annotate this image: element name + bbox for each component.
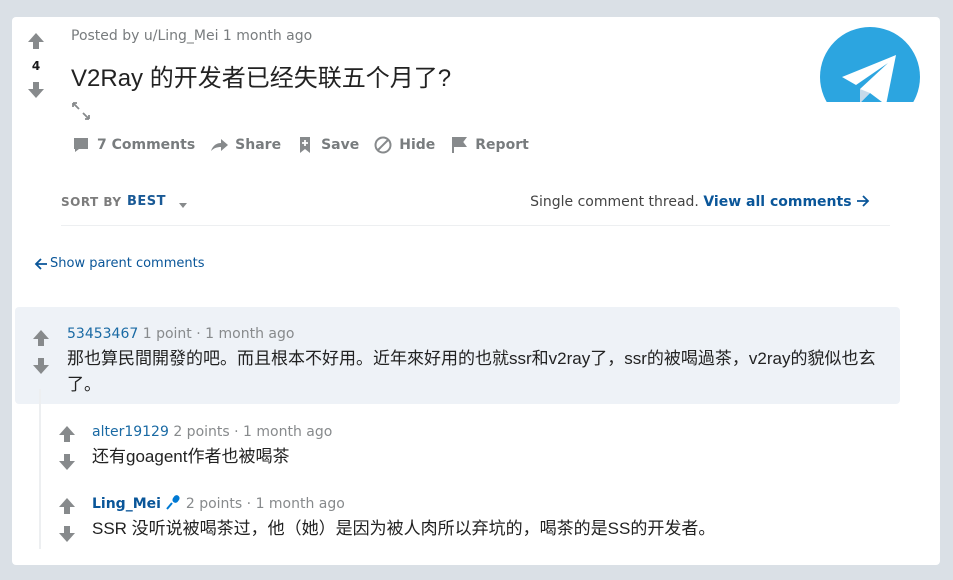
save-button[interactable]: Save: [295, 135, 359, 155]
comment-points: 1 point: [142, 326, 192, 342]
upvote-icon[interactable]: [57, 496, 77, 516]
comments-button[interactable]: 7 Comments: [71, 135, 195, 155]
downvote-icon[interactable]: [31, 356, 51, 376]
comment-vote: [57, 496, 77, 552]
post-actions: 7 Comments Share Save Hide Report: [71, 135, 529, 155]
comment-sep: ·: [196, 326, 201, 342]
post-vote-column: 4: [26, 31, 46, 100]
save-label: Save: [321, 137, 360, 153]
arrow-right-icon[interactable]: [856, 195, 870, 207]
bookmark-icon: [300, 137, 311, 153]
sort-bar: SORT BY BEST Single comment thread. View…: [61, 191, 890, 226]
comment-header: alter19129 2 points · 1 month ago: [92, 424, 892, 440]
post-score: 4: [31, 59, 41, 73]
downvote-icon[interactable]: [26, 80, 46, 100]
share-label: Share: [235, 137, 282, 153]
hide-button[interactable]: Hide: [373, 135, 435, 155]
post-card: 4 Posted by u/Ling_Mei 1 month ago V2Ray…: [12, 17, 940, 565]
hide-label: Hide: [399, 137, 436, 153]
comment-author[interactable]: alter19129: [92, 424, 169, 440]
comment-body: 那也算民間開發的吧。而且根本不好用。近年來好用的也就ssr和v2ray了，ssr…: [67, 349, 876, 394]
comment-author-op[interactable]: Ling_Mei: [92, 496, 161, 512]
comment-time[interactable]: 1 month ago: [243, 424, 332, 440]
flag-icon: [452, 137, 468, 153]
thread-line[interactable]: [39, 389, 41, 549]
comment-sep: ·: [246, 496, 252, 512]
comment-time[interactable]: 1 month ago: [256, 496, 345, 512]
share-icon: [211, 139, 229, 151]
post-title[interactable]: V2Ray 的开发者已经失联五个月了?: [71, 58, 451, 93]
comment-header: Ling_Mei 2 points · 1 month ago: [92, 494, 912, 512]
comment-body: SSR 没听说被喝茶过，他（她）是因为被人肉所以弃坑的，喝茶的是SS的开发者。: [92, 519, 716, 538]
sort-label: SORT BY: [61, 195, 122, 209]
downvote-icon[interactable]: [57, 524, 77, 544]
comment-time[interactable]: 1 month ago: [205, 326, 294, 342]
sort-dropdown[interactable]: BEST: [127, 194, 166, 209]
parent-link-label: Show parent comments: [50, 256, 205, 271]
comment-header: 53453467 1 point · 1 month ago: [67, 326, 897, 342]
upvote-icon[interactable]: [57, 424, 77, 444]
upvote-icon[interactable]: [31, 328, 51, 348]
arrow-left-icon: [34, 257, 47, 270]
report-button[interactable]: Report: [449, 135, 529, 155]
single-thread-notice: Single comment thread. View all comments: [530, 194, 870, 210]
show-parent-comments-link[interactable]: Show parent comments: [34, 256, 205, 271]
comment-body: 还有goagent作者也被喝茶: [92, 447, 290, 466]
chevron-down-icon[interactable]: [177, 199, 189, 211]
thread-text: Single comment thread.: [530, 194, 699, 210]
expand-icon[interactable]: [71, 101, 91, 121]
upvote-icon[interactable]: [26, 31, 46, 51]
post-meta: Posted by u/Ling_Mei 1 month ago: [71, 28, 313, 44]
telegram-icon: [820, 27, 920, 102]
hide-icon: [374, 136, 392, 154]
comment-icon: [74, 138, 88, 152]
comment-vote: [57, 424, 77, 480]
comment-vote: [31, 328, 51, 384]
comment-sep: ·: [234, 424, 239, 440]
view-all-comments-link[interactable]: View all comments: [703, 194, 851, 210]
comment-author[interactable]: 53453467: [67, 326, 138, 342]
downvote-icon[interactable]: [57, 452, 77, 472]
comment-points: 2 points: [173, 424, 230, 440]
share-button[interactable]: Share: [209, 135, 281, 155]
comments-label: 7 Comments: [97, 137, 196, 153]
telegram-logo-thumbnail[interactable]: [820, 27, 920, 102]
report-label: Report: [475, 137, 529, 153]
comment-points: 2 points: [185, 496, 243, 512]
microphone-icon: [166, 495, 180, 510]
